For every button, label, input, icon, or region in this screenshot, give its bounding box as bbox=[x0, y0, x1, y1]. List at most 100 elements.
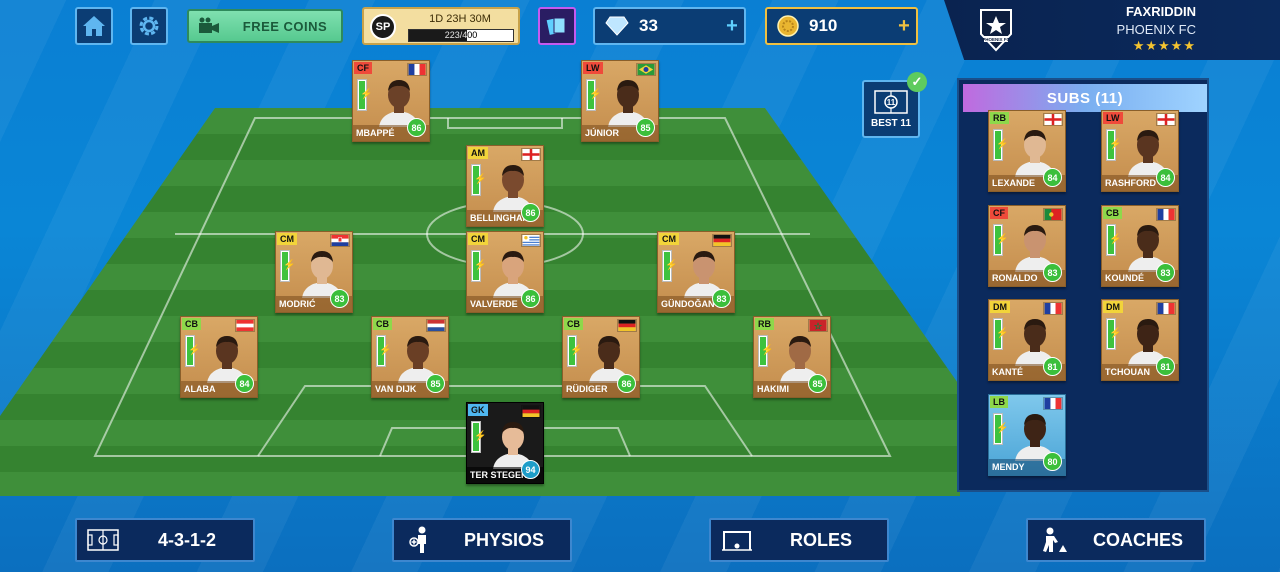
player-rating: 84 bbox=[235, 374, 254, 393]
lightning-icon: ⚡ bbox=[1109, 328, 1122, 339]
player-card[interactable]: CB ⚡ RÜDIGER 86 bbox=[562, 316, 640, 398]
lightning-icon: ⚡ bbox=[665, 260, 678, 271]
stamina-bar: ⚡ bbox=[185, 335, 200, 367]
position-badge: AM bbox=[468, 147, 488, 159]
free-coins-label: FREE COINS bbox=[242, 18, 328, 34]
lightning-icon: ⚡ bbox=[996, 328, 1009, 339]
coins-value: 910 bbox=[809, 16, 838, 35]
club-logo[interactable]: PHOENIX FC bbox=[978, 6, 1014, 52]
sp-progress-bar: 223/400 bbox=[408, 29, 514, 42]
free-coins-button[interactable]: FREE COINS bbox=[187, 9, 343, 43]
sp-progress-panel[interactable]: SP 1D 23H 30M 223/400 bbox=[362, 7, 520, 45]
formation-button[interactable]: 4-3-1-2 bbox=[75, 518, 255, 562]
position-badge: LW bbox=[583, 62, 603, 74]
sp-timer: 1D 23H 30M bbox=[429, 13, 491, 25]
lightning-icon: ⚡ bbox=[996, 139, 1009, 150]
player-card[interactable]: CB ⚡ VAN DIJK 85 bbox=[371, 316, 449, 398]
lightning-icon: ⚡ bbox=[1109, 139, 1122, 150]
lightning-icon: ⚡ bbox=[996, 423, 1009, 434]
player-card[interactable]: CB ⚡ ALABA 84 bbox=[180, 316, 258, 398]
physios-label: PHYSIOS bbox=[463, 529, 545, 550]
player-rating: 83 bbox=[712, 289, 731, 308]
position-badge: DM bbox=[990, 301, 1010, 313]
coin-icon bbox=[777, 15, 799, 37]
position-badge: CM bbox=[659, 233, 679, 245]
player-card[interactable]: CF ⚡ MBAPPÉ 86 bbox=[352, 60, 430, 142]
best-11-label: BEST 11 bbox=[870, 117, 912, 129]
lightning-icon: ⚡ bbox=[474, 431, 487, 442]
position-badge: CM bbox=[468, 233, 488, 245]
add-gems-button[interactable]: + bbox=[720, 15, 744, 38]
checkmark-icon: ✓ bbox=[907, 72, 927, 92]
player-card[interactable]: DM ⚡ KANTÉ 81 bbox=[988, 299, 1066, 381]
player-rating: 83 bbox=[1156, 263, 1175, 282]
add-coins-button[interactable]: + bbox=[892, 15, 916, 38]
stamina-bar: ⚡ bbox=[357, 79, 372, 111]
player-rating: 83 bbox=[1043, 263, 1062, 282]
stamina-bar: ⚡ bbox=[471, 164, 486, 196]
position-badge: CB bbox=[373, 318, 392, 330]
player-rating: 85 bbox=[426, 374, 445, 393]
card-packs-button[interactable] bbox=[538, 7, 576, 45]
player-card[interactable]: CB ⚡ KOUNDÉ 83 bbox=[1101, 205, 1179, 287]
player-card[interactable]: CM ⚡ GÜNDOĞAN 83 bbox=[657, 231, 735, 313]
roles-label: ROLES bbox=[789, 529, 852, 550]
player-card[interactable]: LW ⚡ RASHFORD 84 bbox=[1101, 110, 1179, 192]
coins-counter[interactable]: 910 + bbox=[765, 7, 918, 45]
player-card[interactable]: CM ⚡ MODRIĆ 83 bbox=[275, 231, 353, 313]
roles-button[interactable]: ROLES bbox=[709, 518, 889, 562]
player-card[interactable]: CM ⚡ VALVERDE 86 bbox=[466, 231, 544, 313]
gems-counter[interactable]: 33 + bbox=[593, 7, 746, 45]
settings-button[interactable] bbox=[130, 7, 168, 45]
coaches-label: COACHES bbox=[1092, 529, 1183, 550]
position-badge: DM bbox=[1103, 301, 1123, 313]
stamina-bar: ⚡ bbox=[758, 335, 773, 367]
stamina-bar: ⚡ bbox=[567, 335, 582, 367]
player-card[interactable]: GK ⚡ TER STEGEN 94 bbox=[466, 402, 544, 484]
player-rating: 86 bbox=[521, 289, 540, 308]
best-11-badge: 11 bbox=[887, 98, 896, 107]
stamina-bar: ⚡ bbox=[280, 250, 295, 282]
player-card[interactable]: LW ⚡ JÚNIOR 85 bbox=[581, 60, 659, 142]
player-rating: 81 bbox=[1043, 357, 1062, 376]
formation-label: 4-3-1-2 bbox=[157, 529, 217, 550]
player-card[interactable]: LB ⚡ MENDY 80 bbox=[988, 394, 1066, 476]
position-badge: LB bbox=[990, 396, 1008, 408]
player-card[interactable]: RB ⚡ HAKIMI 85 bbox=[753, 316, 831, 398]
player-card[interactable]: CF ⚡ RONALDO 83 bbox=[988, 205, 1066, 287]
player-rating: 81 bbox=[1156, 357, 1175, 376]
lightning-icon: ⚡ bbox=[474, 260, 487, 271]
player-rating: 84 bbox=[1043, 168, 1062, 187]
position-badge: CB bbox=[564, 318, 583, 330]
physios-button[interactable]: PHYSIOS bbox=[392, 518, 572, 562]
position-badge: CB bbox=[182, 318, 201, 330]
best-11-button[interactable]: 11 BEST 11 ✓ bbox=[862, 72, 927, 138]
goal-icon bbox=[711, 529, 763, 551]
player-rating: 85 bbox=[808, 374, 827, 393]
player-rating: 85 bbox=[636, 118, 655, 137]
player-rating: 84 bbox=[1156, 168, 1175, 187]
player-card[interactable]: AM ⚡ BELLINGHAM 86 bbox=[466, 145, 544, 227]
subs-title: SUBS (11) bbox=[963, 84, 1207, 112]
stamina-bar: ⚡ bbox=[1106, 224, 1121, 256]
stamina-bar: ⚡ bbox=[471, 421, 486, 453]
position-badge: RB bbox=[755, 318, 774, 330]
position-badge: CM bbox=[277, 233, 297, 245]
physio-icon bbox=[394, 526, 446, 554]
player-rating: 80 bbox=[1043, 452, 1062, 471]
diamond-icon bbox=[605, 16, 629, 36]
stamina-bar: ⚡ bbox=[662, 250, 677, 282]
position-badge: RB bbox=[990, 112, 1009, 124]
position-badge: CF bbox=[990, 207, 1008, 219]
stamina-bar: ⚡ bbox=[1106, 318, 1121, 350]
home-button[interactable] bbox=[75, 7, 113, 45]
player-rating: 86 bbox=[407, 118, 426, 137]
formation-pitch-icon bbox=[77, 529, 129, 551]
team-name: PHOENIX FC bbox=[1116, 22, 1196, 37]
coaches-button[interactable]: COACHES bbox=[1026, 518, 1206, 562]
cards-icon bbox=[546, 17, 566, 35]
stamina-bar: ⚡ bbox=[993, 224, 1008, 256]
player-card[interactable]: RB ⚡ LEXANDE 84 bbox=[988, 110, 1066, 192]
stamina-bar: ⚡ bbox=[471, 250, 486, 282]
player-card[interactable]: DM ⚡ TCHOUAN 81 bbox=[1101, 299, 1179, 381]
